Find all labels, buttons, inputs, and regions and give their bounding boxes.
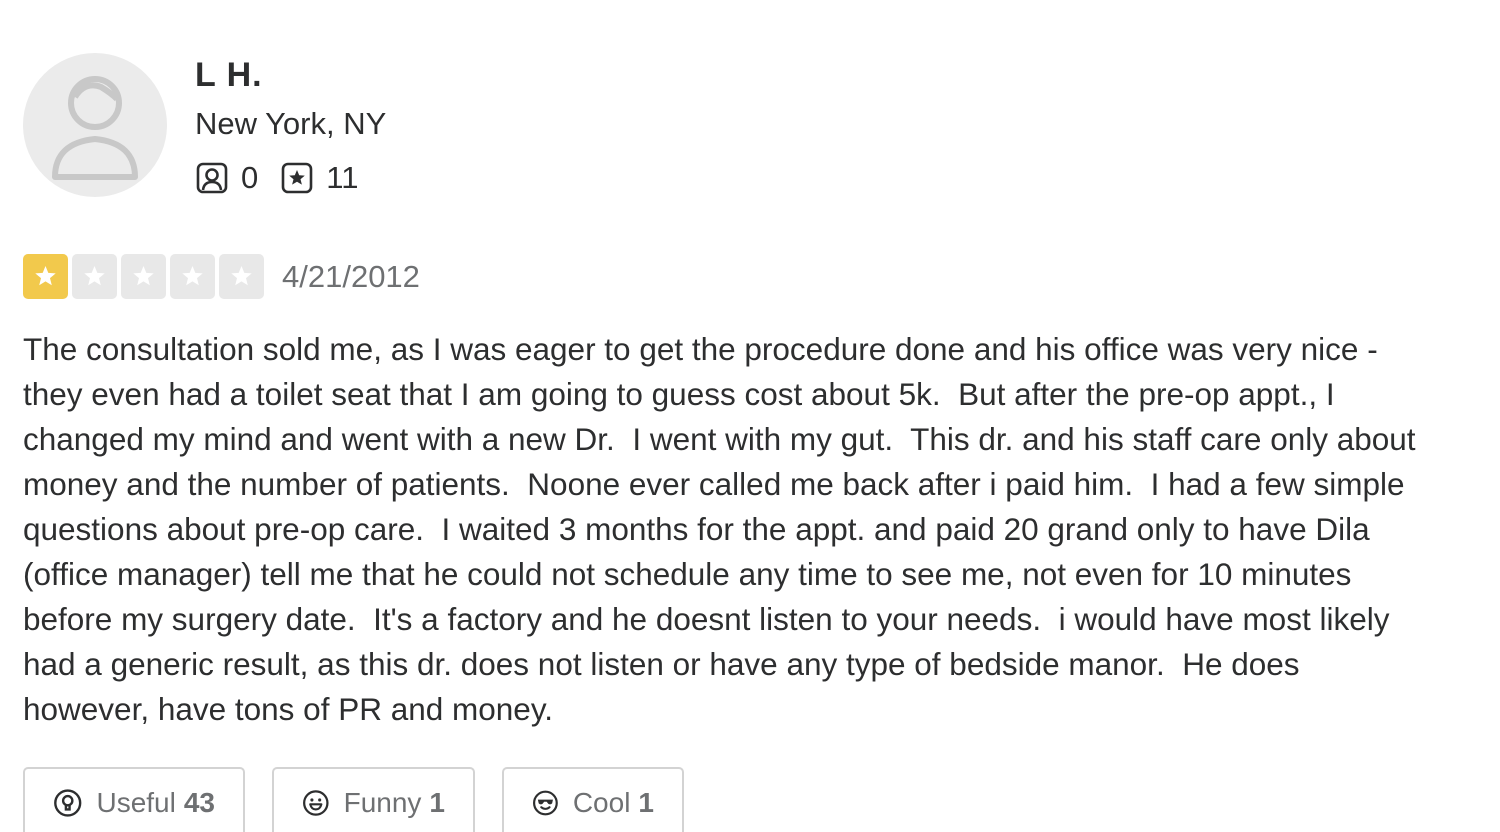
- smile-face-icon: [303, 790, 329, 816]
- funny-button[interactable]: Funny 1: [272, 767, 475, 832]
- reviews-stat: 11: [280, 160, 358, 196]
- reaction-buttons: Useful 43 Funny 1 Cool 1: [23, 767, 711, 832]
- lightbulb-icon: [54, 789, 82, 817]
- review-date: 4/21/2012: [282, 258, 420, 294]
- friends-count: 0: [241, 160, 259, 195]
- friends-stat: 0: [195, 160, 258, 196]
- star-icon: [84, 266, 105, 286]
- funny-label: Funny: [343, 787, 422, 818]
- sunglasses-face-icon: [533, 790, 558, 816]
- star-rating: [23, 254, 268, 299]
- useful-label: Useful: [96, 787, 176, 818]
- cool-count: 1: [638, 787, 654, 818]
- star-empty: [219, 254, 264, 299]
- useful-button[interactable]: Useful 43: [23, 767, 245, 832]
- user-name[interactable]: L H.: [195, 55, 263, 95]
- cool-label: Cool: [572, 787, 631, 818]
- star-empty: [170, 254, 215, 299]
- user-avatar[interactable]: [23, 53, 167, 197]
- user-location: New York, NY: [195, 106, 387, 141]
- default-user-avatar-icon: [52, 76, 138, 180]
- user-stats: 0 11: [195, 158, 380, 198]
- review-text: The consultation sold me, as I was eager…: [23, 331, 1416, 727]
- useful-count: 43: [183, 787, 215, 818]
- star-empty: [121, 254, 166, 299]
- rating-row: 4/21/2012: [23, 254, 420, 299]
- star-icon: [231, 266, 252, 286]
- cool-button[interactable]: Cool 1: [502, 767, 684, 832]
- star-filled: [23, 254, 68, 299]
- review-star-icon: [281, 162, 313, 194]
- star-empty: [72, 254, 117, 299]
- star-icon: [182, 266, 203, 286]
- funny-count: 1: [429, 787, 445, 818]
- reviews-count: 11: [326, 160, 359, 195]
- review-card: L H. New York, NY 0 11 4/21/2012 The con…: [0, 0, 1500, 832]
- friends-icon: [196, 162, 228, 194]
- star-icon: [133, 266, 154, 286]
- star-icon: [35, 266, 56, 286]
